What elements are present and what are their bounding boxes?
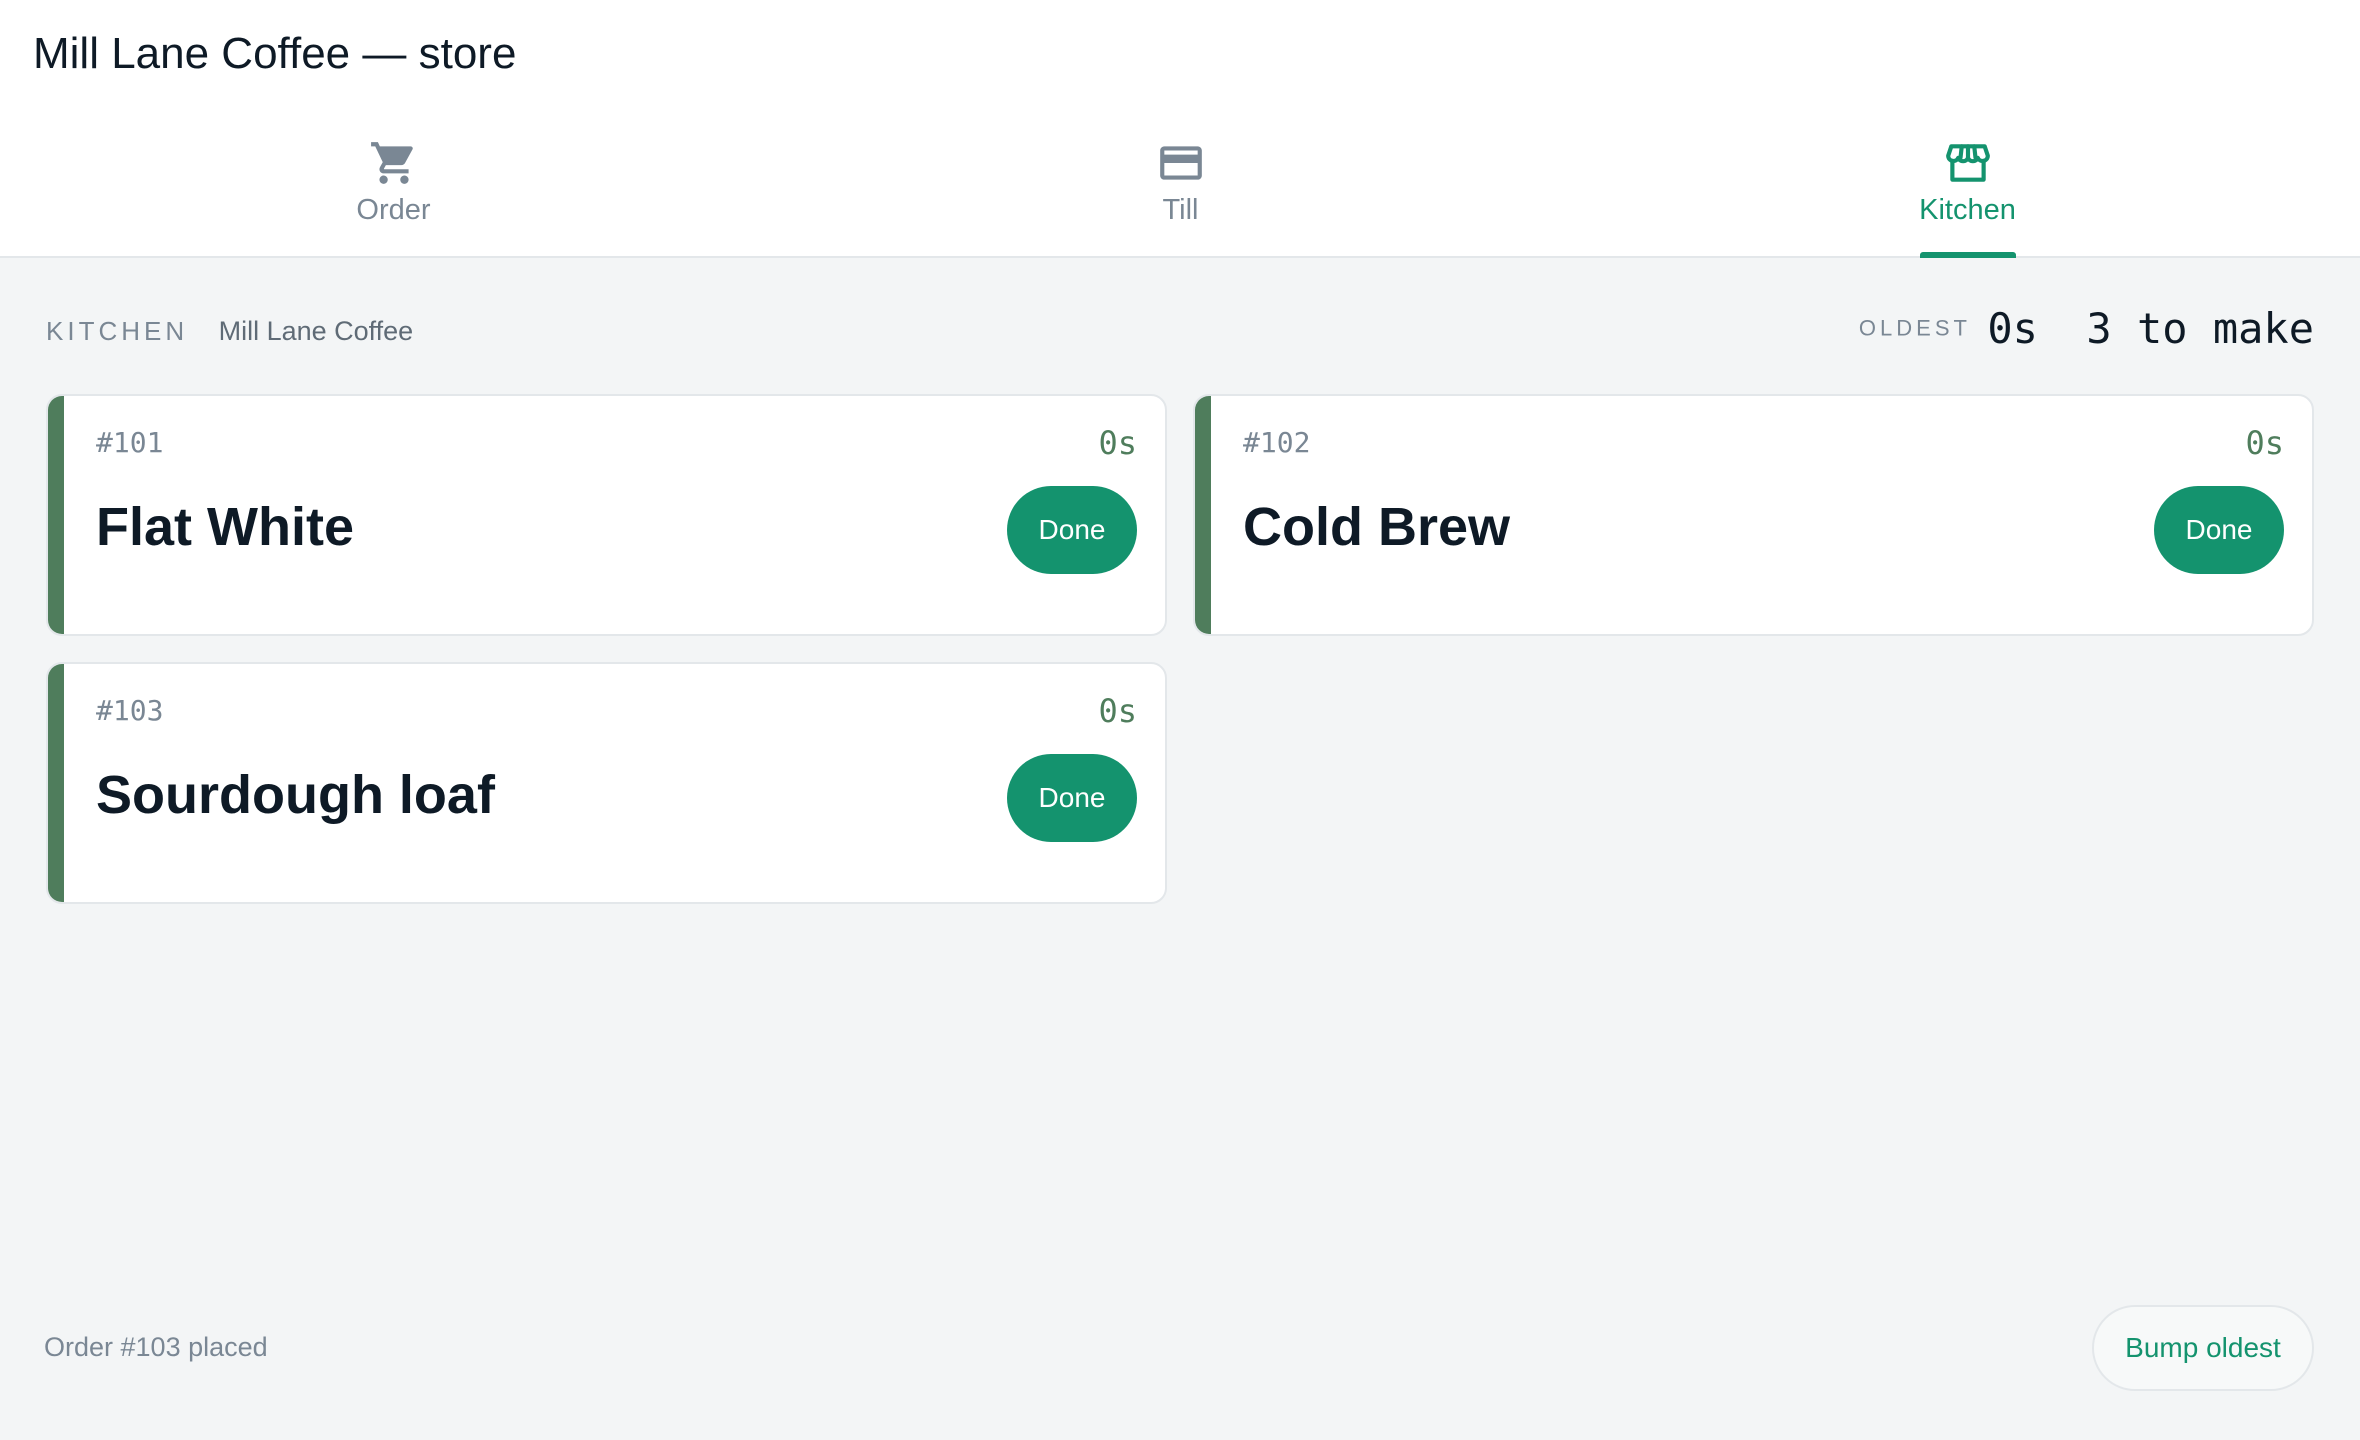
tab-order[interactable]: Order: [0, 130, 787, 258]
ticket-accent-stripe: [48, 664, 64, 902]
ticket-card: #103 0s Sourdough loaf Done: [46, 662, 1167, 904]
tab-till-label: Till: [1162, 194, 1199, 226]
done-button[interactable]: Done: [1007, 754, 1137, 842]
active-tab-indicator: [1919, 252, 2016, 258]
ticket-item-name: Cold Brew: [1243, 497, 1511, 557]
tab-order-label: Order: [356, 194, 431, 226]
done-button[interactable]: Done: [1007, 486, 1137, 574]
tab-kitchen-label: Kitchen: [1919, 194, 2016, 226]
tab-till[interactable]: Till: [787, 130, 1574, 258]
ticket-number: #102: [1243, 426, 1311, 459]
ticket-age: 0s: [1098, 692, 1137, 730]
kitchen-header: KITCHEN Mill Lane Coffee: [46, 316, 413, 356]
tab-bar: Order Till Kitchen: [0, 130, 2360, 258]
ticket-item-name: Flat White: [96, 497, 354, 557]
ticket-accent-stripe: [1195, 396, 1211, 634]
bump-oldest-button[interactable]: Bump oldest: [2092, 1305, 2314, 1391]
ticket-age: 0s: [2245, 424, 2284, 462]
oldest-value: 0s: [1987, 304, 2038, 353]
app-title: Mill Lane Coffee — store: [33, 29, 517, 78]
cart-icon: [370, 142, 413, 184]
ticket-accent-stripe: [48, 396, 64, 634]
ticket-card: #101 0s Flat White Done: [46, 394, 1167, 636]
status-message: Order #103 placed: [44, 1332, 268, 1362]
section-label: KITCHEN: [46, 316, 189, 346]
ticket-item-name: Sourdough loaf: [96, 765, 495, 825]
queue-count: 3 to make: [2086, 304, 2314, 353]
oldest-label: OLDEST: [1858, 315, 1971, 341]
ticket-card: #102 0s Cold Brew Done: [1193, 394, 2314, 636]
ticket-age: 0s: [1098, 424, 1137, 462]
done-button[interactable]: Done: [2154, 486, 2284, 574]
top-bar: Mill Lane Coffee — store Order Till Kitc: [0, 0, 2360, 258]
credit-card-icon: [1159, 146, 1202, 180]
ticket-number: #103: [96, 694, 164, 727]
storefront-icon: [1945, 144, 1990, 182]
tab-kitchen[interactable]: Kitchen: [1574, 130, 2360, 258]
queue-stats: OLDEST 0s 3 to make: [1859, 304, 2314, 364]
ticket-number: #101: [96, 426, 164, 459]
store-name: Mill Lane Coffee: [218, 316, 414, 346]
